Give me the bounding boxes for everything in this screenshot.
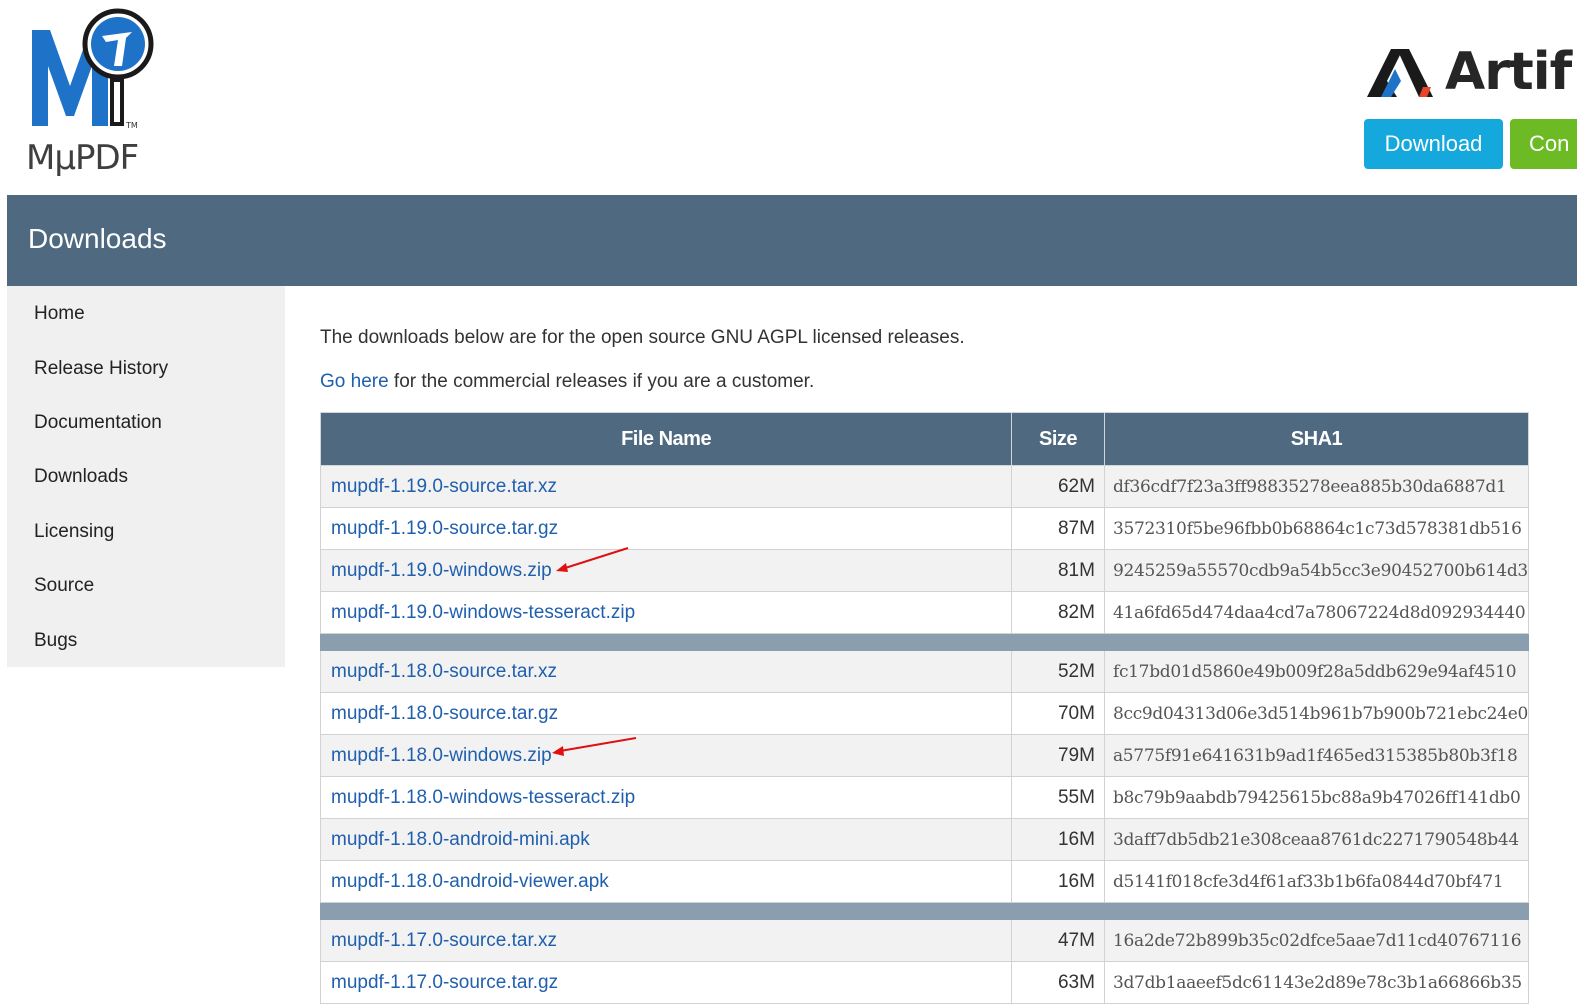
file-size: 16M <box>1011 818 1105 861</box>
file-name-cell: mupdf-1.17.0-source.tar.gz <box>319 961 1013 1004</box>
file-name-cell: mupdf-1.18.0-windows.zip <box>319 734 1013 777</box>
file-download-link[interactable]: mupdf-1.19.0-source.tar.xz <box>331 476 557 497</box>
sidebar-item-release-history[interactable]: Release History <box>34 358 168 380</box>
artifex-wordmark: Artif <box>1445 42 1572 102</box>
sha1-hash: fc17bd01d5860e49b009f28a5ddb629e94af4510 <box>1103 650 1530 693</box>
artifex-mark-icon <box>1367 49 1433 97</box>
page-title: Downloads <box>28 223 167 254</box>
annotation-arrow-icon <box>556 547 629 572</box>
sha1-hash: a5775f91e641631b9ad1f465ed315385b80b3f18 <box>1103 734 1530 777</box>
file-download-link[interactable]: mupdf-1.18.0-windows.zip <box>331 745 552 766</box>
file-name-cell: mupdf-1.18.0-source.tar.gz <box>319 692 1013 735</box>
downloads-table-body: mupdf-1.19.0-source.tar.xz 62M df36cdf7f23… <box>319 465 1530 1004</box>
mupdf-logo-icon: TM <box>32 8 154 130</box>
file-download-link[interactable]: mupdf-1.18.0-android-mini.apk <box>331 829 590 850</box>
sha1-hash: d5141f018cfe3d4f61af33b1b6fa0844d70bf471 <box>1103 860 1530 903</box>
file-size: 81M <box>1011 549 1105 592</box>
file-name-cell: mupdf-1.18.0-source.tar.xz <box>319 650 1013 693</box>
svg-text:TM: TM <box>125 121 138 130</box>
sidebar-item-bugs[interactable]: Bugs <box>34 630 77 652</box>
table-header-row: File Name Size SHA1 <box>319 412 1530 466</box>
table-row: mupdf-1.19.0-windows.zip 81M 9245259a55570… <box>319 549 1530 592</box>
logo-wordmark: MμPDF <box>26 138 139 178</box>
sha1-hash: 41a6fd65d474daa4cd7a78067224d8d092934440 <box>1103 591 1530 634</box>
sha1-hash: 9245259a55570cdb9a54b5cc3e90452700b614d3 <box>1103 549 1530 592</box>
file-download-link[interactable]: mupdf-1.18.0-source.tar.gz <box>331 703 558 724</box>
sha1-hash: 16a2de72b899b35c02dfce5aae7d11cd40767116 <box>1103 919 1530 962</box>
file-download-link[interactable]: mupdf-1.19.0-windows-tesseract.zip <box>331 602 635 623</box>
file-download-link[interactable]: mupdf-1.19.0-windows.zip <box>331 560 552 581</box>
file-download-link[interactable]: mupdf-1.19.0-source.tar.gz <box>331 518 558 539</box>
file-name-cell: mupdf-1.18.0-windows-tesseract.zip <box>319 776 1013 819</box>
sha1-hash: 3daff7db5db21e308ceaa8761dc2271790548b44 <box>1103 818 1530 861</box>
commercial-note-text: for the commercial releases if you are a… <box>388 371 815 392</box>
commercial-note: Go here for the commercial releases if y… <box>320 371 814 393</box>
sidebar-item-documentation[interactable]: Documentation <box>34 412 162 434</box>
sha1-hash: b8c79b9aabdb79425615bc88a9b47026ff141db0 <box>1103 776 1530 819</box>
table-row: mupdf-1.18.0-windows.zip 79M a5775f91e6416… <box>319 734 1530 777</box>
download-button[interactable]: Download <box>1364 119 1503 169</box>
table-row: mupdf-1.19.0-source.tar.xz 62M df36cdf7f23… <box>319 465 1530 508</box>
page-title-bar: Downloads <box>7 195 1577 286</box>
file-size: 47M <box>1011 919 1105 962</box>
file-name-cell: mupdf-1.17.0-source.tar.xz <box>319 919 1013 962</box>
file-download-link[interactable]: mupdf-1.18.0-windows-tesseract.zip <box>331 787 635 808</box>
file-name-cell: mupdf-1.18.0-android-mini.apk <box>319 818 1013 861</box>
sha1-hash: 8cc9d04313d06e3d514b961b7b900b721ebc24e0 <box>1103 692 1530 735</box>
file-size: 82M <box>1011 591 1105 634</box>
release-separator <box>320 633 1529 651</box>
table-row: mupdf-1.19.0-windows-tesseract.zip 82M 41a… <box>319 591 1530 634</box>
artifex-logo[interactable]: Artif <box>1367 42 1572 102</box>
sidebar-item-downloads[interactable]: Downloads <box>34 466 128 488</box>
file-size: 52M <box>1011 650 1105 693</box>
column-header-size: Size <box>1011 412 1105 466</box>
file-size: 79M <box>1011 734 1105 777</box>
file-name-cell: mupdf-1.19.0-source.tar.xz <box>319 465 1013 508</box>
file-download-link[interactable]: mupdf-1.17.0-source.tar.gz <box>331 972 558 993</box>
sidebar-item-source[interactable]: Source <box>34 575 94 597</box>
file-size: 70M <box>1011 692 1105 735</box>
file-name-cell: mupdf-1.19.0-source.tar.gz <box>319 507 1013 550</box>
file-size: 16M <box>1011 860 1105 903</box>
table-row: mupdf-1.17.0-source.tar.xz 47M 16a2de72b89… <box>319 919 1530 962</box>
file-size: 62M <box>1011 465 1105 508</box>
table-row: mupdf-1.18.0-windows-tesseract.zip 55M b8c… <box>319 776 1530 819</box>
release-separator <box>320 902 1529 920</box>
sha1-hash: 3d7db1aaeef5dc61143e2d89e78c3b1a66866b35 <box>1103 961 1530 1004</box>
file-download-link[interactable]: mupdf-1.17.0-source.tar.xz <box>331 930 557 951</box>
downloads-table: File Name Size SHA1 mupdf-1.19.0-source.… <box>319 412 1530 1004</box>
table-row: mupdf-1.18.0-source.tar.xz 52M fc17bd01d58… <box>319 650 1530 693</box>
table-row: mupdf-1.18.0-android-viewer.apk 16M d5141f… <box>319 860 1530 903</box>
release-separator-cell <box>320 902 1529 920</box>
sidebar: Home Release History Documentation Downl… <box>7 286 285 667</box>
file-size: 63M <box>1011 961 1105 1004</box>
file-download-link[interactable]: mupdf-1.18.0-android-viewer.apk <box>331 871 609 892</box>
sidebar-item-licensing[interactable]: Licensing <box>34 521 114 543</box>
file-name-cell: mupdf-1.19.0-windows.zip <box>319 549 1013 592</box>
table-row: mupdf-1.17.0-source.tar.gz 63M 3d7db1aaeef… <box>319 961 1530 1004</box>
sha1-hash: 3572310f5be96fbb0b68864c1c73d578381db516 <box>1103 507 1530 550</box>
release-separator-cell <box>320 633 1529 651</box>
file-size: 55M <box>1011 776 1105 819</box>
intro-text: The downloads below are for the open sou… <box>320 327 965 348</box>
sha1-hash: df36cdf7f23a3ff98835278eea885b30da6887d1 <box>1103 465 1530 508</box>
sidebar-item-home[interactable]: Home <box>34 303 85 325</box>
go-here-link[interactable]: Go here <box>320 371 389 392</box>
table-row: mupdf-1.18.0-android-mini.apk 16M 3daff7db… <box>319 818 1530 861</box>
file-size: 87M <box>1011 507 1105 550</box>
table-row: mupdf-1.18.0-source.tar.gz 70M 8cc9d04313d… <box>319 692 1530 735</box>
contact-button[interactable]: Con <box>1510 119 1577 169</box>
file-download-link[interactable]: mupdf-1.18.0-source.tar.xz <box>331 661 557 682</box>
annotation-arrow-icon <box>552 737 637 756</box>
table-row: mupdf-1.19.0-source.tar.gz 87M 3572310f5be… <box>319 507 1530 550</box>
column-header-sha1: SHA1 <box>1103 412 1530 466</box>
column-header-file-name: File Name <box>319 412 1013 466</box>
file-name-cell: mupdf-1.18.0-android-viewer.apk <box>319 860 1013 903</box>
file-name-cell: mupdf-1.19.0-windows-tesseract.zip <box>319 591 1013 634</box>
